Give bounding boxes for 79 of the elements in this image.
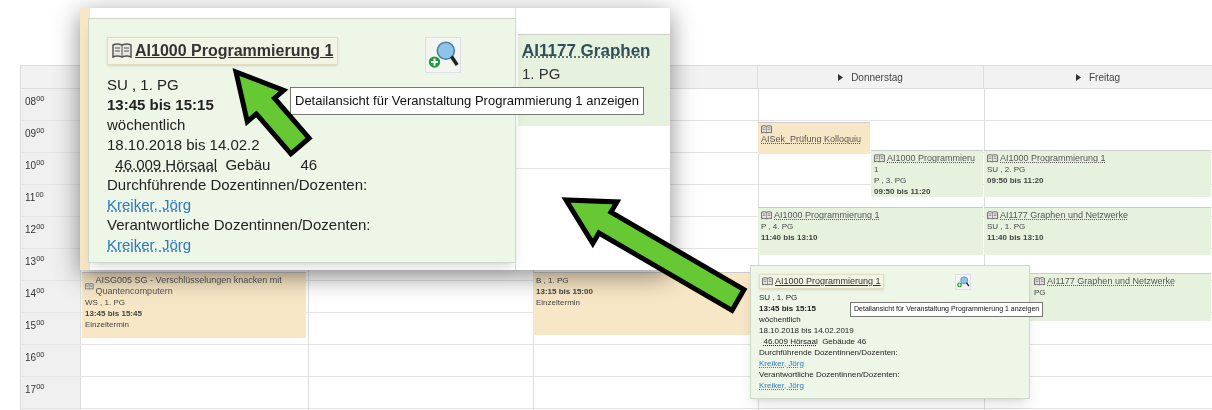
- lecturer-heading: Durchführende Dozentinnen/Dozenten:: [107, 175, 368, 195]
- calendar-event[interactable]: AI1000 Programmierung 1 SU , 2. PG 09:50 bis 11:20: [984, 150, 1211, 197]
- hour-label: 15$^{00}$: [25, 318, 45, 333]
- book-icon: [987, 154, 998, 163]
- hour-label: 09$^{00}$: [25, 126, 45, 141]
- book-icon: [874, 154, 885, 163]
- event-title-link[interactable]: AI1000 Programmierung 1: [759, 274, 884, 289]
- book-icon: [987, 211, 998, 220]
- event-title-link[interactable]: AI1000 Programmierung 1: [774, 210, 880, 221]
- lecturer-heading: Verantwortliche Dozentinnen/Dozenten:: [107, 215, 371, 235]
- event-title-link[interactable]: AISG005 SG - Verschlüsselungen knacken mit Quantencomputern: [95, 275, 303, 297]
- lecturer-link[interactable]: Kreiker, Jörg: [759, 358, 804, 369]
- calendar-event[interactable]: AI1000 Programmieru 1 P , 3. PG 09:50 bis 11:20: [871, 150, 983, 197]
- event-detail: 13:45 bis 15:45: [85, 308, 143, 319]
- event-detail: P , 4. PG: [761, 221, 795, 232]
- event-detail: 13:45 bis 15:15: [107, 95, 214, 115]
- calendar-event[interactable]: AISG005 SG - Verschlüsselungen knacken mit Quantencomputern WS , 1. PG 13:45 bis 15:45 Einzeltermin: [82, 272, 306, 338]
- event-detail: wöchentlich: [107, 115, 186, 135]
- caret-icon[interactable]: [838, 74, 844, 81]
- book-icon: [85, 281, 94, 291]
- book-icon: [112, 43, 132, 59]
- event-title-link[interactable]: AI1000 Programmieru: [887, 153, 976, 164]
- event-detail: SU , 1. PG: [759, 292, 798, 303]
- event-detail: Einzeltermin: [85, 319, 130, 330]
- event-title-link[interactable]: AI1000 Programmierung 1: [107, 37, 339, 65]
- hour-label: 10$^{00}$: [25, 158, 45, 173]
- hour-label: 11$^{00}$: [25, 190, 44, 205]
- hour-label: 17$^{00}$: [25, 382, 45, 397]
- hour-label: 14$^{00}$: [25, 286, 45, 301]
- calendar-event[interactable]: AISek_Prüfung Kolloquiu: [758, 122, 870, 154]
- event-detail: P , 3. PG: [874, 175, 908, 186]
- lecturer-link[interactable]: Kreiker, Jörg: [759, 380, 804, 391]
- event-detail: 11:40 bis 13:10: [761, 232, 819, 243]
- tooltip: Detailansicht für Veranstaltung Programmierung 1 anzeigen: [290, 87, 644, 115]
- day-header[interactable]: Freitag: [1088, 70, 1121, 85]
- building-label: 46: [300, 155, 318, 175]
- event-detail: SU , 1. PG: [107, 75, 179, 95]
- event-detail: 18.10.2018 bis 14.02.2: [107, 135, 260, 155]
- hour-label: 12$^{00}$: [25, 222, 45, 237]
- building-label: Gebäude 46: [822, 336, 867, 347]
- event-detail: 1: [874, 164, 880, 175]
- event-detail: Einzeltermin: [536, 297, 581, 308]
- lecturer-link[interactable]: Kreiker, Jörg: [107, 195, 192, 215]
- event-detail: 11:40 bis 13:10: [987, 232, 1045, 243]
- event-detail: WS , 1. PG: [85, 297, 126, 308]
- event-detail: 13:45 bis 15:15: [759, 303, 816, 314]
- book-icon: [761, 211, 772, 220]
- book-icon: [761, 125, 772, 134]
- event-detail: SU , 2. PG: [987, 164, 1027, 175]
- event-title-link[interactable]: AI1177 Graphen und Netzwerke: [1000, 210, 1128, 221]
- zoom-in-icon[interactable]: [425, 37, 461, 73]
- hour-label: 16$^{00}$: [25, 350, 45, 365]
- event-detail: 18.10.2018 bis 14.02.2019: [759, 325, 854, 336]
- event-detail: 09:50 bis 11:20: [874, 186, 932, 197]
- lecturer-heading: Durchführende Dozentinnen/Dozenten:: [759, 347, 898, 358]
- lecturer-link[interactable]: Kreiker, Jörg: [107, 235, 192, 255]
- event-detail: wöchentlich: [759, 314, 801, 325]
- event-title-link[interactable]: AI1177 Graphen und Netzwerke: [1047, 276, 1175, 287]
- event-title-link[interactable]: AI1000 Programmierung 1: [1000, 153, 1106, 164]
- event-detail: 1. PG: [522, 64, 562, 83]
- event-detail: SU , 1. PG: [987, 221, 1027, 232]
- event-detail: PG: [1034, 287, 1047, 298]
- event-detail: 09:50 bis 11:20: [987, 175, 1045, 186]
- day-header[interactable]: Donnerstag: [851, 70, 903, 85]
- room-link[interactable]: 46.009 Hörsaal: [115, 155, 218, 175]
- event-title-link[interactable]: AI1177 Graphen: [522, 38, 666, 64]
- book-icon: [1034, 277, 1045, 286]
- lecturer-heading: Verantwortliche Dozentinnen/Dozenten:: [759, 369, 900, 380]
- book-icon: [762, 277, 773, 286]
- building-label: Gebäu: [225, 155, 271, 175]
- calendar-event[interactable]: AI1177 Graphen und Netzwerke SU , 1. PG 11:40 bis 13:10: [984, 207, 1211, 255]
- event-detail: 13:15 bis 15:00: [536, 286, 594, 297]
- calendar-event[interactable]: AI1000 Programmierung 1 P , 4. PG 11:40 bis 13:10: [758, 207, 983, 255]
- hour-label: 13$^{00}$: [25, 254, 45, 269]
- room-link[interactable]: 46.009 Hörsaal: [763, 336, 818, 347]
- hour-label: 08$^{00}$: [25, 94, 45, 109]
- event-title-link[interactable]: AISek_Prüfung Kolloquiu: [761, 134, 862, 145]
- event-detail: B , 1. PG: [536, 275, 570, 286]
- caret-icon[interactable]: [1075, 74, 1081, 81]
